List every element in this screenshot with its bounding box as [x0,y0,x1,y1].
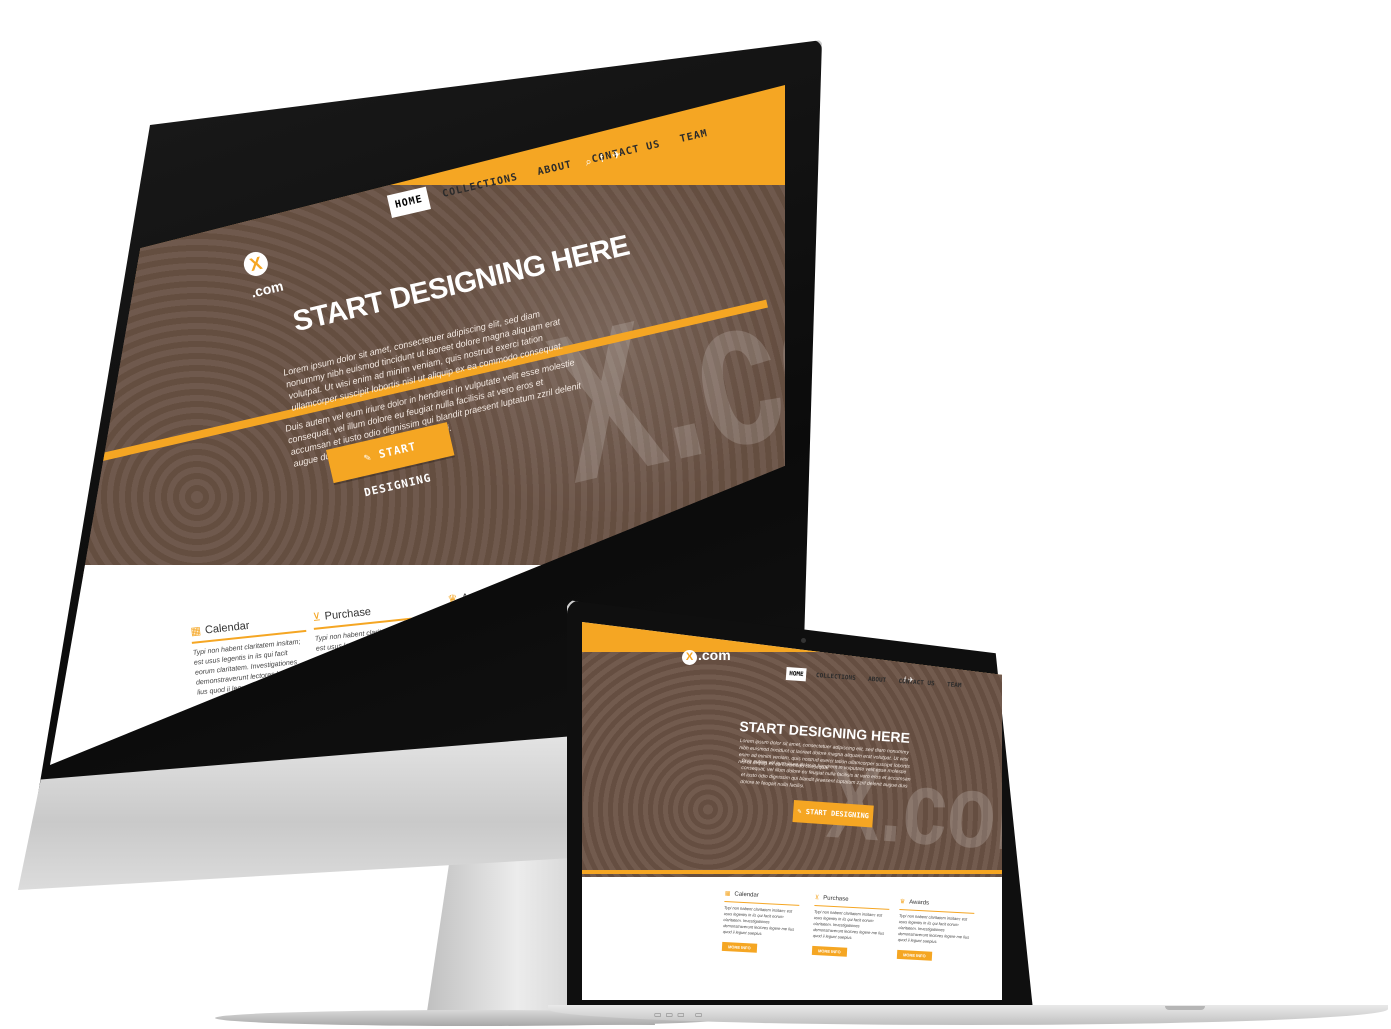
macbook-screen: X.com X .com HOME COLLECTIONS ABOUT CONTA… [582,622,1002,1000]
site-logo[interactable]: X.com [682,647,731,665]
more-info-button[interactable]: MORE INFO [721,941,757,953]
cart-icon: ⊻ [814,894,820,902]
start-designing-label: START DESIGNING [362,439,433,500]
cart-icon: ⊻ [312,611,322,624]
trophy-icon: ♛ [899,898,906,906]
search-icon[interactable]: ⌕ [584,156,593,169]
start-designing-label: START DESIGNING [805,807,870,821]
more-info-button[interactable]: MORE INFO [896,949,932,961]
feature-body: Typi non habent claritatem insitam; est … [897,912,970,945]
logo-mark: X [241,249,271,279]
feature-body: Typi non habent claritatem insitam; est … [812,908,885,941]
macbook-trackpad-notch [1165,1006,1205,1010]
feature-calendar: ▦ Calendar Typi non habent claritatem ins… [721,890,800,957]
nav-home[interactable]: HOME [785,666,808,682]
logo-text: .com [698,647,731,663]
facebook-icon[interactable]: f [599,153,605,165]
feature-body: Typi non habent claritatem insitam; est … [722,904,795,937]
facebook-icon[interactable]: f [904,677,906,684]
macbook-ports: ▭▭▭ ▭ [654,1010,707,1019]
feature-title: ⊻ Purchase [814,894,890,910]
feature-title: ♛Awards [899,898,975,914]
nav-team[interactable]: TEAM [944,678,965,692]
twitter-icon[interactable]: ✈ [908,677,914,684]
feature-purchase: ⊻Purchase Typi non habent claritatem ins… [811,894,890,961]
feature-title: ▦ Calendar [724,890,800,906]
calendar-icon: ▦ [190,624,202,638]
hero-divider [582,870,1002,874]
twitter-icon[interactable]: ✈ [611,149,623,163]
feature-awards: ♛Awards Typi non habent claritatem insit… [896,898,975,965]
site-logo[interactable]: X.com [241,244,289,301]
logo-text: .com [249,277,285,301]
nav-about[interactable]: ABOUT [865,673,890,688]
logo-mark: X [682,650,697,665]
calendar-icon: ▦ [724,890,731,898]
camera-icon [801,638,806,643]
header-icons: f ✈ [904,676,914,685]
more-info-button[interactable]: MORE INFO [811,945,847,957]
